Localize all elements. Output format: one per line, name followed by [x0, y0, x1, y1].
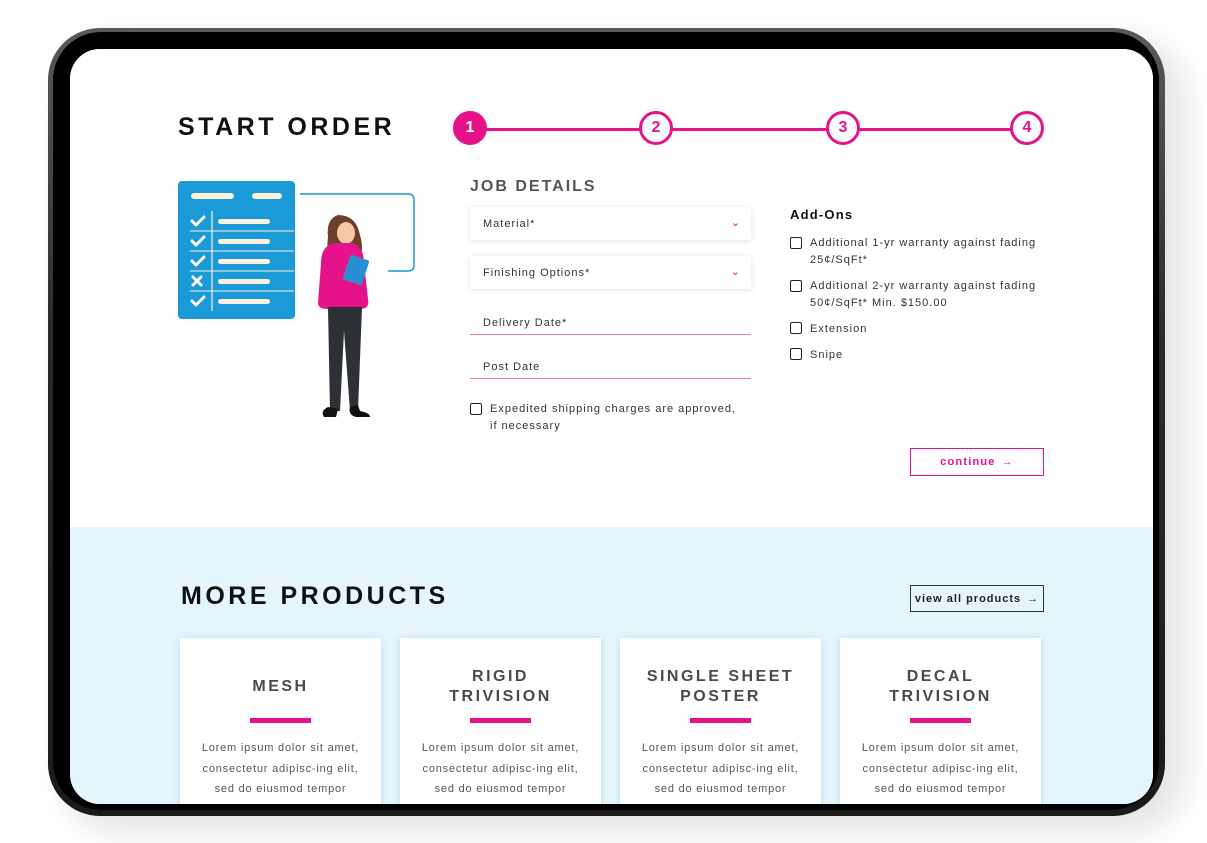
view-all-products-button[interactable]: view all products →: [910, 585, 1044, 612]
addon-checkbox-extension[interactable]: [790, 322, 802, 334]
arrow-right-icon: →: [1001, 456, 1014, 468]
chevron-down-icon: ⌄: [730, 266, 741, 278]
addon-checkbox-1yr-warranty[interactable]: [790, 237, 802, 249]
more-products-section: MORE PRODUCTS view all products → MESH L…: [70, 527, 1153, 804]
checklist-card: [178, 181, 295, 319]
step-4[interactable]: 4: [1010, 111, 1044, 145]
product-card-accent-bar: [690, 718, 751, 723]
post-date-placeholder: Post Date: [483, 361, 541, 373]
addon-label-line1: Additional 1-yr warranty against fading: [810, 237, 1037, 249]
addon-label-line2: 50¢/SqFt* Min. $150.00: [810, 297, 948, 309]
addon-label-snipe: Snipe: [810, 349, 844, 361]
product-card-description: Lorem ipsum dolor sit amet, consectetur …: [421, 742, 580, 804]
step-1[interactable]: 1: [453, 111, 487, 145]
product-card-accent-bar: [910, 718, 971, 723]
product-card-accent-bar: [470, 718, 531, 723]
product-card-single-sheet-poster[interactable]: SINGLE SHEET POSTER Lorem ipsum dolor si…: [620, 638, 821, 804]
product-card-rigid-trivision[interactable]: RIGID TRIVISION Lorem ipsum dolor sit am…: [400, 638, 601, 804]
continue-label: continue: [940, 456, 996, 468]
product-card-title: RIGID TRIVISION: [400, 665, 601, 709]
material-select[interactable]: Material* ⌄: [470, 207, 751, 240]
finishing-options-label: Finishing Options*: [483, 267, 591, 279]
arrow-right-icon: →: [1027, 592, 1040, 605]
view-all-label: view all products: [914, 592, 1022, 605]
addon-label-2yr-warranty: Additional 2-yr warranty against fading …: [810, 278, 1036, 312]
tablet-frame: START ORDER 1 2 3 4 JOB DETAILS Material…: [48, 28, 1165, 816]
product-card-description: Lorem ipsum dolor sit amet, consectetur …: [641, 742, 800, 804]
tablet-bezel: START ORDER 1 2 3 4 JOB DETAILS Material…: [53, 32, 1159, 810]
chevron-down-icon: ⌄: [730, 217, 741, 229]
addons-heading: Add-Ons: [790, 207, 854, 222]
page-title: START ORDER: [178, 113, 396, 141]
addon-label-1yr-warranty: Additional 1-yr warranty against fading …: [810, 235, 1036, 269]
addon-label-line2: 25¢/SqFt*: [810, 254, 868, 266]
product-title-line1: MESH: [252, 678, 309, 695]
addon-label-line1: Additional 2-yr warranty against fading: [810, 280, 1037, 292]
addon-checkbox-snipe[interactable]: [790, 348, 802, 360]
expedited-shipping-label: Expedited shipping charges are approved,…: [490, 401, 736, 435]
product-card-accent-bar: [250, 718, 311, 723]
step-2[interactable]: 2: [639, 111, 673, 145]
addon-checkbox-2yr-warranty[interactable]: [790, 280, 802, 292]
product-title-line2: TRIVISION: [889, 688, 992, 705]
expedited-shipping-checkbox[interactable]: [470, 403, 482, 415]
product-title-line2: TRIVISION: [449, 688, 552, 705]
expedited-label-line1: Expedited shipping charges are approved,: [490, 403, 737, 415]
product-card-description: Lorem ipsum dolor sit amet, consectetur …: [861, 742, 1020, 804]
order-stepper: 1 2 3 4: [453, 111, 1045, 147]
product-title-line1: DECAL: [906, 668, 975, 685]
product-title-line1: SINGLE SHEET: [646, 668, 795, 685]
finishing-options-select[interactable]: Finishing Options* ⌄: [470, 256, 751, 289]
stepper-line: [469, 128, 1029, 131]
addon-label-extension: Extension: [810, 323, 868, 335]
job-details-heading: JOB DETAILS: [470, 178, 597, 195]
product-card-description: Lorem ipsum dolor sit amet, consectetur …: [201, 742, 360, 804]
post-date-input[interactable]: Post Date: [470, 349, 751, 379]
expedited-label-line2: if necessary: [490, 420, 561, 432]
product-card-title: SINGLE SHEET POSTER: [620, 665, 821, 709]
product-title-line1: RIGID: [472, 668, 529, 685]
product-card-mesh[interactable]: MESH Lorem ipsum dolor sit amet, consect…: [180, 638, 381, 804]
woman-figure: [318, 215, 370, 417]
product-card-decal-trivision[interactable]: DECAL TRIVISION Lorem ipsum dolor sit am…: [840, 638, 1041, 804]
continue-button[interactable]: continue →: [910, 448, 1044, 476]
delivery-date-input[interactable]: Delivery Date*: [470, 305, 751, 335]
more-products-title: MORE PRODUCTS: [181, 582, 449, 610]
product-card-title: MESH: [180, 665, 381, 709]
product-title-line2: POSTER: [680, 688, 761, 705]
tablet-screen: START ORDER 1 2 3 4 JOB DETAILS Material…: [70, 49, 1153, 804]
order-checklist-illustration: [178, 181, 415, 417]
step-3[interactable]: 3: [826, 111, 860, 145]
start-order-section: START ORDER 1 2 3 4 JOB DETAILS Material…: [70, 49, 1153, 527]
product-card-title: DECAL TRIVISION: [840, 665, 1041, 709]
material-select-label: Material*: [483, 218, 536, 230]
delivery-date-placeholder: Delivery Date*: [483, 317, 568, 329]
